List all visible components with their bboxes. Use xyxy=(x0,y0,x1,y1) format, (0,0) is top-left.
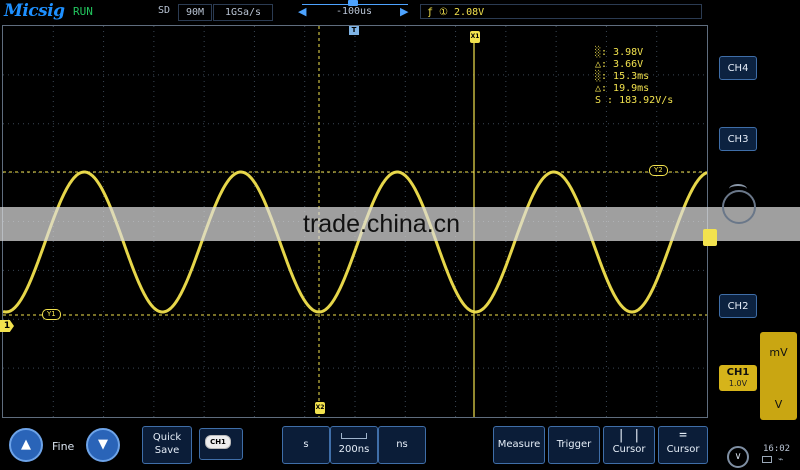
ch1-source-button[interactable]: CH1 xyxy=(199,428,243,460)
timebase-control[interactable]: 200ns xyxy=(330,426,378,464)
quick-save-line2: Save xyxy=(154,445,180,456)
expand-chevron-icon[interactable]: ∨ xyxy=(727,446,749,468)
timebase-seconds-button[interactable]: s xyxy=(282,426,330,464)
cursor-horizontal-button[interactable]: = Cursor xyxy=(658,426,708,464)
ch2-button[interactable]: CH2 xyxy=(719,294,757,318)
ch1-button-label: CH1 xyxy=(726,367,750,378)
position-right-arrow-icon[interactable]: ▶ xyxy=(400,6,408,17)
ch4-button[interactable]: CH4 xyxy=(719,56,757,80)
measure-slope: S : 183.92V/s xyxy=(595,95,674,106)
cursor-y2-marker[interactable]: Y2 xyxy=(649,165,668,176)
rotary-knob-icon[interactable] xyxy=(722,190,756,224)
watermark-band: trade.china.cn xyxy=(0,207,800,241)
up-triangle-icon: ▲ xyxy=(21,437,31,452)
unit-selector[interactable]: mV V xyxy=(760,332,797,420)
quick-save-button[interactable]: Quick Save xyxy=(142,426,192,464)
status-bar: Micsig RUN SD 90M 1GSa/s ◀ -100us ▶ ƒ ① … xyxy=(0,0,800,24)
unit-mv[interactable]: mV xyxy=(760,346,797,359)
seconds-label: s xyxy=(303,439,309,450)
cursor-y1-marker[interactable]: Y1 xyxy=(42,309,61,320)
clock: 16:02 xyxy=(763,444,791,454)
timebase-ns-button[interactable]: ns xyxy=(378,426,426,464)
position-left-arrow-icon[interactable]: ◀ xyxy=(298,6,306,17)
horizontal-position[interactable]: -100us xyxy=(318,4,390,19)
ruler-icon xyxy=(341,433,367,439)
brand-logo: Micsig xyxy=(4,1,65,21)
cursor-x1-marker[interactable]: X1 xyxy=(470,31,480,43)
watermark-text: trade.china.cn xyxy=(303,210,461,238)
memory-depth[interactable]: 90M xyxy=(178,4,212,21)
cursor-vertical-button[interactable]: | | Cursor xyxy=(603,426,655,464)
cursor-horizontal-label: Cursor xyxy=(666,444,700,455)
chevron-glyph: ∨ xyxy=(734,451,742,462)
cursor-measurements: ░: 3.98V △: 3.66V ░: 15.3ms △: 19.9ms S … xyxy=(595,47,673,107)
trigger-position-marker[interactable]: T xyxy=(349,26,359,35)
measure-delta-y: △: 3.66V xyxy=(595,59,644,70)
down-triangle-icon: ▼ xyxy=(98,437,108,452)
trigger-button[interactable]: Trigger xyxy=(548,426,600,464)
storage-mode: SD xyxy=(158,5,171,16)
ch3-button[interactable]: CH3 xyxy=(719,127,757,151)
scroll-up-button[interactable]: ▲ xyxy=(9,428,43,462)
measure-button[interactable]: Measure xyxy=(493,426,545,464)
usb-icon: ⌁ xyxy=(778,455,784,465)
measure-x1: ░: 15.3ms xyxy=(595,71,650,82)
monitor-icon xyxy=(762,456,772,463)
ch1-offset-handle[interactable] xyxy=(703,229,717,246)
trigger-label: Trigger xyxy=(556,439,592,450)
quick-save-line1: Quick xyxy=(152,432,182,443)
vertical-cursor-icon: | | xyxy=(617,428,641,443)
ch1-chip: CH1 xyxy=(205,435,231,449)
ch1-button[interactable]: CH1 1.0V xyxy=(719,365,757,391)
scroll-down-button[interactable]: ▼ xyxy=(86,428,120,462)
trigger-info[interactable]: ƒ ① 2.08V xyxy=(420,4,702,19)
ns-label: ns xyxy=(396,439,408,450)
measure-y1: ░: 3.98V xyxy=(595,47,644,58)
fine-label[interactable]: Fine xyxy=(52,440,74,453)
ch1-scale: 1.0V xyxy=(728,379,748,388)
cursor-x2-marker[interactable]: X2 xyxy=(315,402,325,414)
cursor-vertical-label: Cursor xyxy=(612,444,646,455)
timebase-value: 200ns xyxy=(338,444,370,455)
horizontal-cursor-icon: = xyxy=(679,428,687,443)
run-status[interactable]: RUN xyxy=(73,5,93,18)
measure-delta-x: △: 19.9ms xyxy=(595,83,650,94)
sample-rate[interactable]: 1GSa/s xyxy=(213,4,273,21)
measure-label: Measure xyxy=(497,439,541,450)
unit-v[interactable]: V xyxy=(760,398,797,411)
